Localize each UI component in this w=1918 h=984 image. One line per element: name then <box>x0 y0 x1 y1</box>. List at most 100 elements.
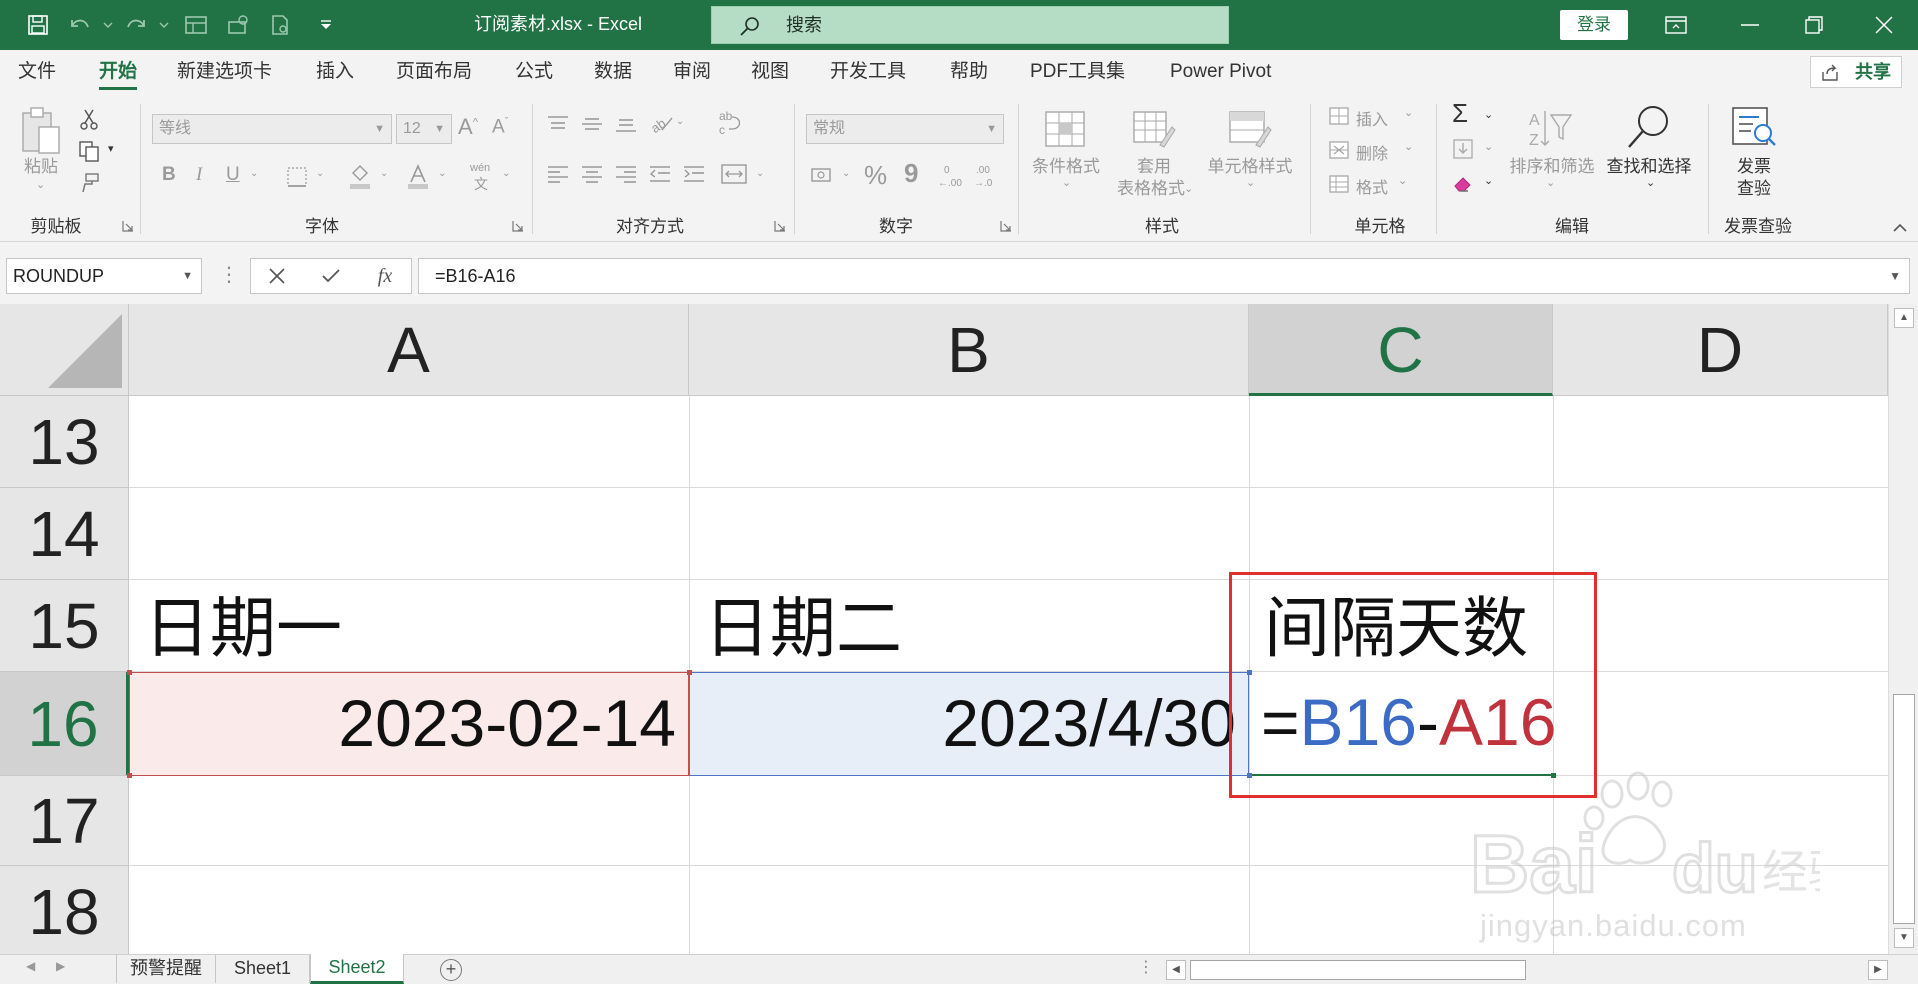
redo-icon[interactable] <box>122 11 150 39</box>
ribbon-display-icon[interactable] <box>1648 0 1704 50</box>
format-cells-icon[interactable] <box>1326 172 1352 196</box>
redo-dropdown-icon[interactable] <box>150 11 178 39</box>
font-launcher-icon[interactable] <box>512 220 524 232</box>
orientation-dropdown-icon[interactable]: ⌄ <box>676 116 684 127</box>
align-top-icon[interactable] <box>544 112 572 136</box>
increase-decimal-icon[interactable]: 0 ←.00 <box>934 160 968 190</box>
clear-icon[interactable] <box>1450 170 1476 196</box>
tab-page-layout[interactable]: 页面布局 <box>396 50 472 94</box>
copy-icon[interactable] <box>76 138 102 164</box>
row-header-17[interactable]: 17 <box>0 776 129 866</box>
delete-cells-icon[interactable] <box>1326 138 1352 162</box>
underline-button[interactable]: U <box>226 164 240 186</box>
formula-bar-grip-icon[interactable]: ⋮ <box>219 260 239 290</box>
format-painter-icon[interactable] <box>76 170 102 196</box>
autosum-icon[interactable]: Σ <box>1452 98 1468 129</box>
delete-cells-label[interactable]: 删除 <box>1356 140 1388 164</box>
sheet-next-icon[interactable]: ▶ <box>56 959 65 973</box>
insert-function-button[interactable]: fx <box>365 259 405 293</box>
undo-dropdown-icon[interactable] <box>94 11 122 39</box>
tab-home[interactable]: 开始 <box>99 50 138 94</box>
sort-filter-dropdown-icon[interactable]: ⌄ <box>1546 176 1555 189</box>
wrap-text-icon[interactable]: ab c <box>714 108 748 138</box>
share-button[interactable]: 共享 <box>1810 56 1902 88</box>
restore-icon[interactable] <box>1786 0 1842 50</box>
tab-view[interactable]: 视图 <box>751 50 789 94</box>
phonetic-icon[interactable]: wén 文 <box>470 162 490 194</box>
tab-pdf-tools[interactable]: PDF工具集 <box>1030 50 1125 94</box>
underline-dropdown-icon[interactable]: ⌄ <box>250 168 258 179</box>
close-icon[interactable] <box>1856 0 1912 50</box>
decrease-font-icon[interactable]: Aˇ <box>492 116 508 138</box>
cell-B16[interactable]: 2023/4/30 <box>689 672 1249 776</box>
save-icon[interactable] <box>24 11 52 39</box>
column-header-C[interactable]: C <box>1249 304 1553 396</box>
row-header-16[interactable]: 16 <box>0 672 129 776</box>
sheet-tab-warning[interactable]: 预警提醒 <box>116 955 216 983</box>
delete-dropdown-icon[interactable]: ⌄ <box>1404 140 1413 153</box>
formula-input[interactable]: =B16-A16 ▼ <box>418 258 1910 294</box>
tab-review[interactable]: 审阅 <box>673 50 711 94</box>
font-color-icon[interactable] <box>404 162 432 192</box>
tab-insert[interactable]: 插入 <box>316 50 354 94</box>
horizontal-scrollbar[interactable]: ◀ ▶ <box>1166 958 1888 982</box>
cut-icon[interactable] <box>76 106 102 132</box>
currency-icon[interactable] <box>808 162 840 188</box>
cell-A15[interactable]: 日期一 <box>144 586 342 670</box>
number-launcher-icon[interactable] <box>1000 220 1012 232</box>
fill-color-icon[interactable] <box>346 162 374 192</box>
format-cells-label[interactable]: 格式 <box>1356 174 1388 198</box>
worksheet-grid[interactable]: A B C D 13 14 15 16 17 18 日期一 日期二 间隔天数 2… <box>0 304 1888 954</box>
percent-button[interactable]: % <box>864 160 887 191</box>
tab-power-pivot[interactable]: Power Pivot <box>1170 50 1271 94</box>
scroll-down-icon[interactable]: ▼ <box>1894 928 1914 948</box>
scroll-up-icon[interactable]: ▲ <box>1894 308 1914 328</box>
increase-indent-icon[interactable] <box>680 162 708 186</box>
conditional-dropdown-icon[interactable]: ⌄ <box>1062 176 1071 189</box>
row-header-14[interactable]: 14 <box>0 488 129 580</box>
decrease-indent-icon[interactable] <box>646 162 674 186</box>
search-box[interactable]: 搜索 <box>711 6 1229 44</box>
cancel-formula-icon[interactable] <box>257 259 297 293</box>
form-icon[interactable] <box>182 11 210 39</box>
insert-cells-label[interactable]: 插入 <box>1356 106 1388 130</box>
paste-dropdown-icon[interactable]: ⌄ <box>36 178 45 191</box>
borders-dropdown-icon[interactable]: ⌄ <box>316 168 324 179</box>
cell-styles-dropdown-icon[interactable]: ⌄ <box>1246 176 1255 189</box>
phonetic-dropdown-icon[interactable]: ⌄ <box>502 168 510 179</box>
align-left-icon[interactable] <box>544 162 572 186</box>
scroll-left-icon[interactable]: ◀ <box>1166 960 1186 980</box>
confirm-formula-icon[interactable] <box>311 259 351 293</box>
clipboard-launcher-icon[interactable] <box>122 220 134 232</box>
autosum-dropdown-icon[interactable]: ⌄ <box>1484 108 1493 121</box>
fill-dropdown-icon[interactable]: ⌄ <box>1484 140 1493 153</box>
sheet-tab-sheet2[interactable]: Sheet2 <box>310 954 404 984</box>
vertical-scrollbar[interactable]: ▲ ▼ <box>1888 304 1918 954</box>
merge-dropdown-icon[interactable]: ⌄ <box>756 168 764 179</box>
column-header-B[interactable]: B <box>689 304 1249 396</box>
range-handle-a16[interactable] <box>127 670 132 675</box>
font-name-dropdown[interactable]: 等线 ▼ <box>152 114 392 144</box>
share-icon[interactable] <box>224 11 252 39</box>
row-header-15[interactable]: 15 <box>0 580 129 672</box>
number-format-dropdown[interactable]: 常规 ▼ <box>806 114 1004 144</box>
sort-filter-icon[interactable]: AZ <box>1526 106 1574 152</box>
currency-dropdown-icon[interactable]: ⌄ <box>842 168 850 179</box>
orientation-icon[interactable]: ab <box>646 110 676 136</box>
cell-A16[interactable]: 2023-02-14 <box>129 672 689 776</box>
align-right-icon[interactable] <box>612 162 640 186</box>
fill-icon[interactable] <box>1450 136 1476 162</box>
copy-dropdown-icon[interactable]: ▾ <box>108 142 114 155</box>
tab-file[interactable]: 文件 <box>18 50 56 94</box>
fill-dropdown-icon[interactable]: ⌄ <box>380 168 388 179</box>
login-button[interactable]: 登录 <box>1560 10 1628 40</box>
font-size-dropdown[interactable]: 12 ▼ <box>396 114 452 144</box>
bold-button[interactable]: B <box>162 164 176 186</box>
horizontal-scroll-thumb[interactable] <box>1190 960 1526 980</box>
comma-button[interactable]: 9 <box>904 158 918 189</box>
align-center-icon[interactable] <box>578 162 606 186</box>
clear-dropdown-icon[interactable]: ⌄ <box>1484 174 1493 187</box>
tab-data[interactable]: 数据 <box>594 50 632 94</box>
vertical-scroll-thumb[interactable] <box>1893 694 1915 924</box>
insert-cells-icon[interactable] <box>1326 104 1352 128</box>
